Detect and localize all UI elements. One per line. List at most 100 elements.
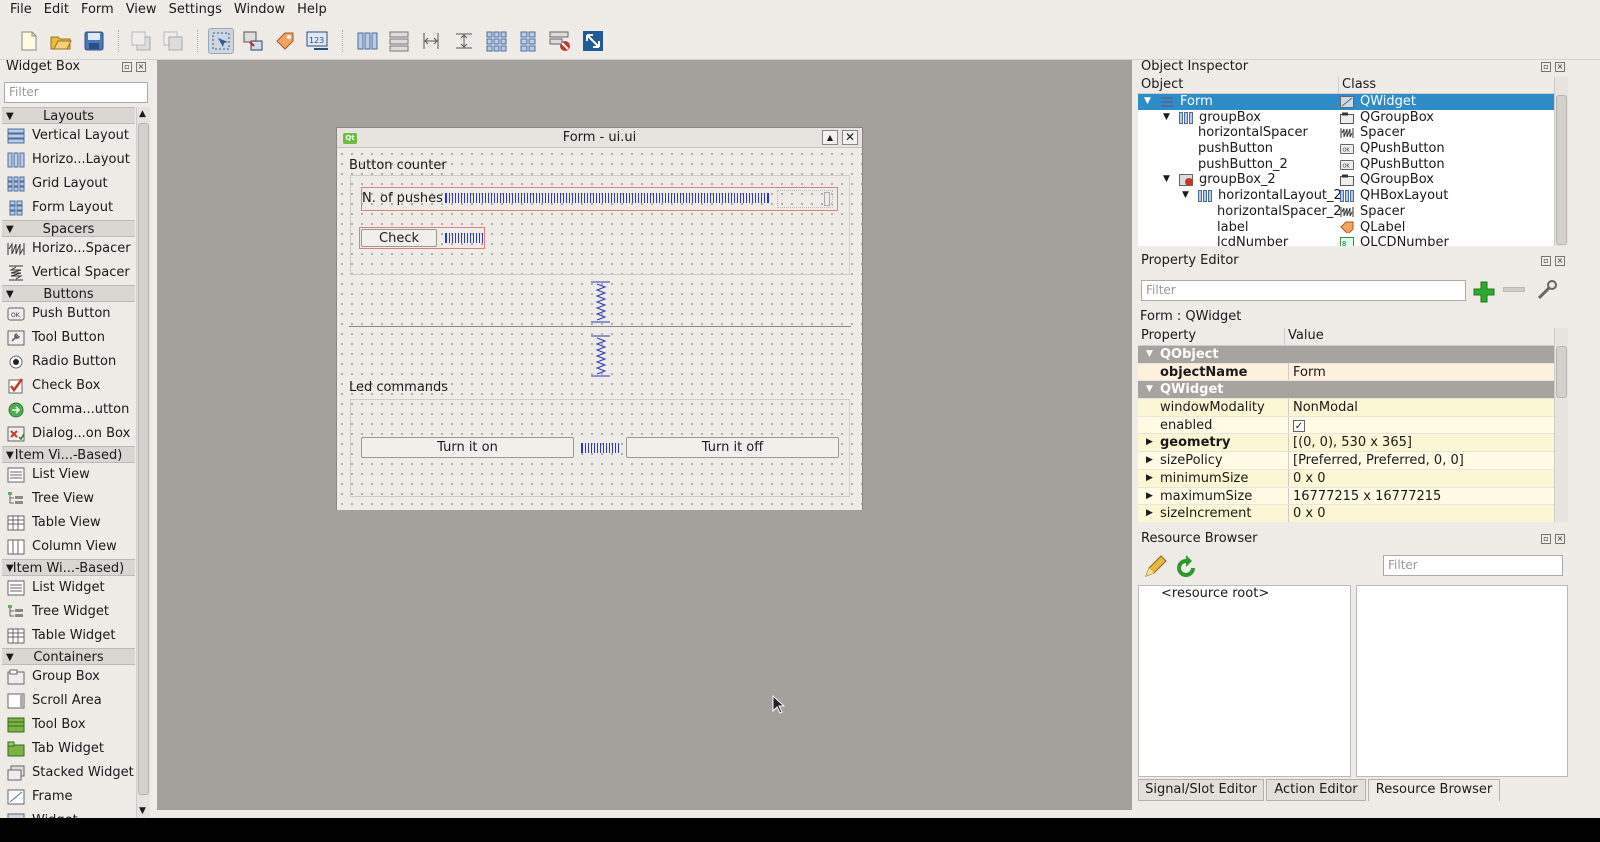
expand-arrow-icon[interactable]: ▶ (1146, 488, 1153, 506)
label-pushes[interactable]: N. of pushes (362, 191, 443, 206)
object-tree-row[interactable]: ▼ Form QWidget (1138, 94, 1554, 110)
property-row[interactable]: ▶ sizePolicy [Preferred, Preferred, 0, 0] (1138, 452, 1554, 470)
menu-file[interactable]: File (4, 0, 38, 20)
reload-icon[interactable] (1174, 555, 1198, 583)
check-button[interactable]: Check (361, 229, 437, 247)
layout-vertical-icon[interactable] (386, 28, 412, 54)
property-value[interactable]: 16777215 x 16777215 (1288, 487, 1441, 505)
layout-form-icon[interactable] (515, 28, 541, 54)
widget-item[interactable]: Form Layout (2, 196, 135, 220)
widget-item[interactable]: Comma...utton (2, 398, 135, 422)
property-value[interactable]: NonModal (1288, 399, 1358, 416)
resource-tree[interactable]: <resource root> (1138, 585, 1351, 777)
add-property-button[interactable] (1471, 279, 1497, 303)
vertical-spacer[interactable] (590, 335, 610, 377)
close-icon[interactable]: × (1555, 534, 1565, 544)
expand-arrow-icon[interactable]: ▶ (1146, 434, 1153, 452)
property-filter-input[interactable]: Filter (1141, 280, 1466, 301)
property-row[interactable]: ▶ geometry [(0, 0), 530 x 365] (1138, 434, 1554, 453)
object-tree-row[interactable]: lcdNumber 8 QLCDNumber (1138, 235, 1554, 246)
close-icon[interactable]: × (1555, 62, 1565, 72)
turn-on-button[interactable]: Turn it on (361, 437, 574, 458)
vertical-spacer[interactable] (590, 281, 610, 323)
remove-property-button[interactable] (1503, 287, 1525, 292)
tab-resource-browser[interactable]: Resource Browser (1368, 779, 1500, 801)
expand-arrow-icon[interactable]: ▶ (1146, 505, 1153, 522)
expand-arrow-icon[interactable]: ▼ (1163, 172, 1170, 188)
collapse-arrow-icon[interactable]: ▼ (6, 221, 14, 238)
property-value[interactable]: 0 x 0 (1288, 505, 1326, 522)
widget-category[interactable]: ▼ Containers (2, 648, 135, 665)
menu-help[interactable]: Help (291, 0, 333, 20)
edit-widgets-icon[interactable] (208, 28, 234, 54)
property-row[interactable]: objectName Form (1138, 363, 1554, 382)
property-row[interactable]: enabled ✓ (1138, 416, 1554, 435)
widget-category[interactable]: ▼ Buttons (2, 285, 135, 302)
widget-item[interactable]: Table Widget (2, 624, 135, 648)
widget-item[interactable]: Dialog...on Box (2, 422, 135, 446)
expand-arrow-icon[interactable]: ▶ (1146, 470, 1153, 488)
widget-item[interactable]: Table View (2, 511, 135, 535)
horizontal-spacer[interactable] (445, 193, 769, 203)
edit-signals-icon[interactable] (240, 28, 266, 54)
menu-settings[interactable]: Settings (163, 0, 228, 20)
bring-to-front-icon[interactable] (160, 28, 186, 54)
object-tree-row[interactable]: horizontalSpacer Spacer (1138, 125, 1554, 141)
widget-item[interactable]: Horizo...Layout (2, 148, 135, 172)
property-value[interactable]: Form (1288, 363, 1326, 381)
float-icon[interactable]: ▫ (122, 62, 132, 72)
configure-wrench-icon[interactable] (1535, 278, 1559, 302)
send-to-back-icon[interactable] (128, 28, 154, 54)
widget-item[interactable]: List Widget (2, 576, 135, 600)
property-group-row[interactable]: ▼ QWidget (1138, 381, 1554, 400)
scroll-up-icon[interactable]: ▲ (139, 109, 146, 119)
expand-arrow-icon[interactable]: ▼ (1182, 188, 1189, 204)
layout-h-splitter-icon[interactable] (418, 28, 444, 54)
widget-item[interactable]: List View (2, 463, 135, 487)
edit-buddies-icon[interactable] (272, 28, 298, 54)
menu-window[interactable]: Window (228, 0, 291, 20)
property-scrollbar[interactable] (1554, 328, 1568, 522)
widget-item[interactable]: Tab Widget (2, 737, 135, 761)
float-icon[interactable]: ▫ (1541, 534, 1551, 544)
break-layout-icon[interactable] (547, 28, 573, 54)
collapse-arrow-icon[interactable]: ▼ (6, 286, 14, 303)
layout-grid-icon[interactable] (483, 28, 509, 54)
scroll-thumb[interactable] (1556, 95, 1567, 245)
lcd-number[interactable] (777, 190, 833, 208)
scroll-thumb[interactable] (138, 123, 149, 795)
horizontal-line[interactable] (349, 326, 851, 327)
widget-item[interactable]: Tool Box (2, 713, 135, 737)
widget-item[interactable]: Scroll Area (2, 689, 135, 713)
layout-horizontal-icon[interactable] (354, 28, 380, 54)
expand-arrow-icon[interactable]: ▼ (1163, 110, 1170, 126)
form-window[interactable]: Qt Form - ui.ui ▲ ✕ Button counter N. of… (336, 127, 863, 510)
widget-category[interactable]: ▼ Spacers (2, 220, 135, 237)
menu-edit[interactable]: Edit (38, 0, 75, 20)
close-icon[interactable]: × (136, 62, 146, 72)
object-tree-row[interactable]: label QLabel (1138, 220, 1554, 236)
collapse-arrow-icon[interactable]: ▼ (6, 649, 14, 666)
new-file-icon[interactable] (16, 28, 42, 54)
widget-category[interactable]: ▼ Item Wi...-Based) (2, 559, 135, 576)
float-icon[interactable]: ▫ (1541, 62, 1551, 72)
widget-category[interactable]: ▼ Item Vi...-Based) (2, 446, 135, 463)
property-row[interactable]: ▶ minimumSize 0 x 0 (1138, 469, 1554, 488)
tab-signal-slot-editor[interactable]: Signal/Slot Editor (1138, 779, 1264, 801)
property-row[interactable]: windowModality NonModal (1138, 399, 1554, 417)
widget-item[interactable]: Tree Widget (2, 600, 135, 624)
widget-item[interactable]: Check Box (2, 374, 135, 398)
collapse-arrow-icon[interactable]: ▼ (6, 447, 14, 464)
widget-item[interactable]: Horizo...Spacer (2, 237, 135, 261)
enabled-checkbox[interactable]: ✓ (1293, 419, 1305, 432)
horizontal-spacer[interactable] (445, 233, 483, 243)
col-value[interactable]: Value (1284, 328, 1324, 346)
property-value[interactable]: [Preferred, Preferred, 0, 0] (1288, 452, 1464, 469)
widget-box-filter-input[interactable]: Filter (4, 82, 148, 103)
object-tree-row[interactable]: pushButton_2 OK QPushButton (1138, 157, 1554, 173)
widget-item[interactable]: Vertical Layout (2, 124, 135, 148)
widget-item[interactable]: Frame (2, 785, 135, 809)
widget-item[interactable]: Group Box (2, 665, 135, 689)
horizontal-spacer[interactable] (581, 443, 619, 453)
property-row[interactable]: ▶ maximumSize 16777215 x 16777215 (1138, 487, 1554, 506)
